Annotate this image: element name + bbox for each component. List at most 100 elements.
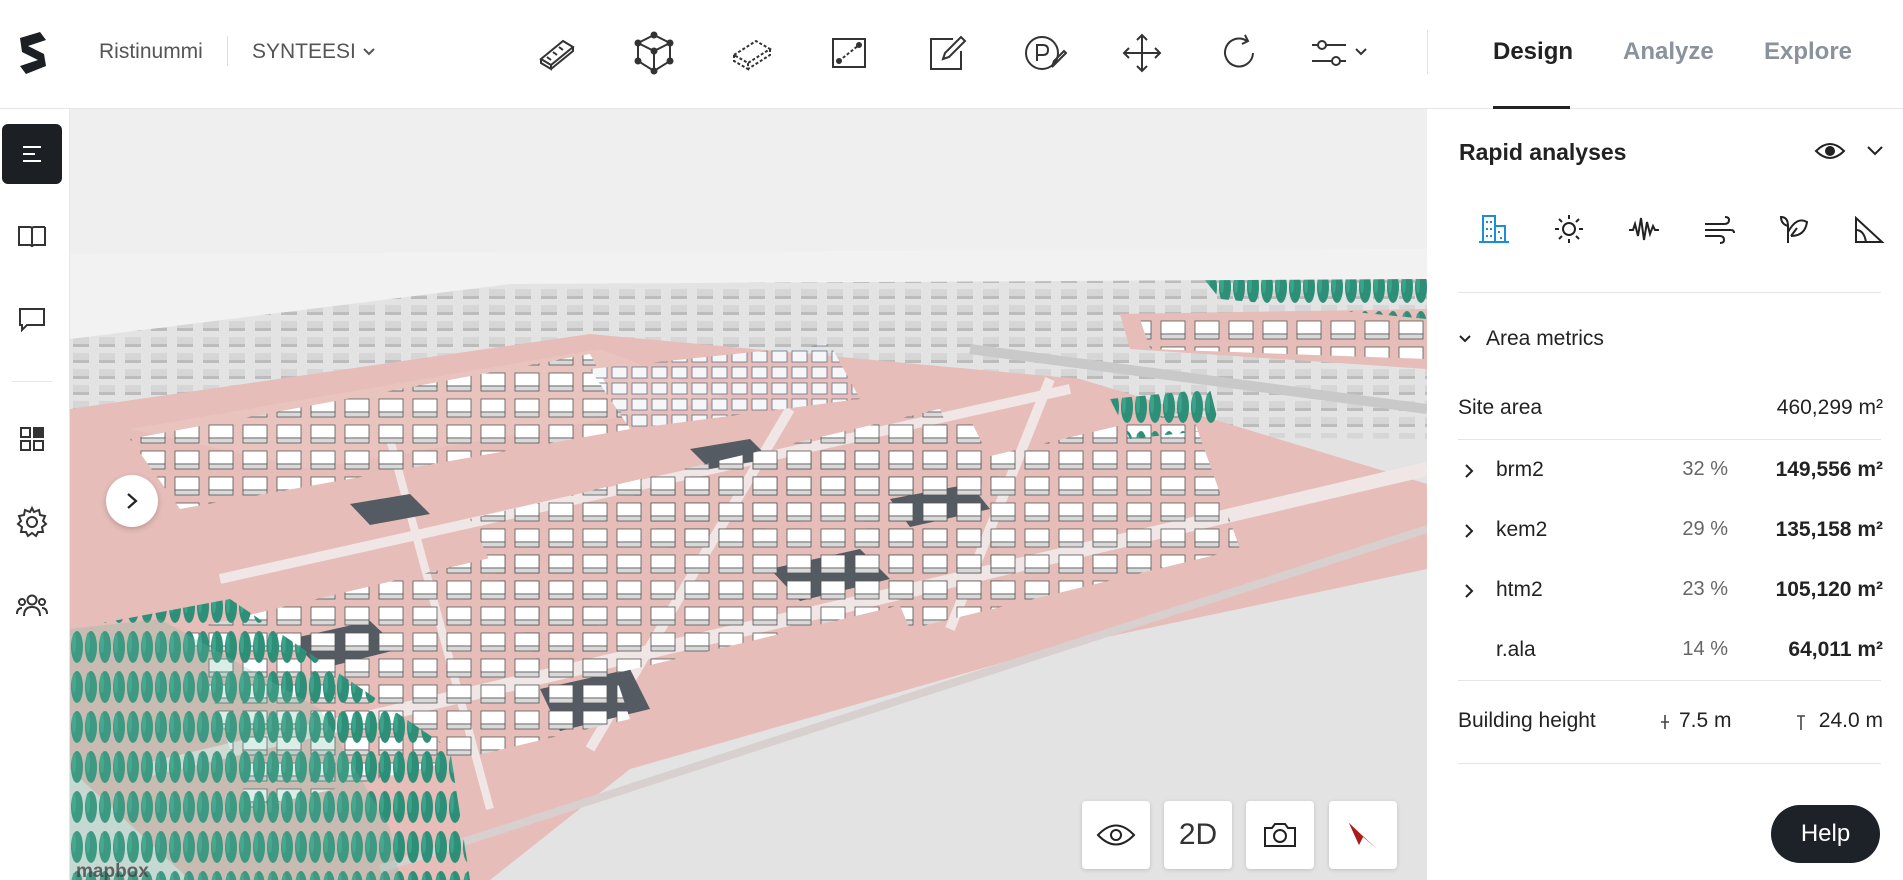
metric-row-value: 149,556 m² [1775,458,1883,481]
site-area-label: Site area [1458,396,1543,419]
chevron-down-icon [1459,335,1471,343]
tab-explore[interactable]: Explore [1764,38,1852,66]
comment-icon [19,308,45,333]
metric-row-percent: 29 % [1682,518,1728,540]
visibility-button[interactable] [1082,801,1150,869]
divider [1458,439,1881,440]
compass-icon [1349,823,1377,849]
parking-tool-icon [1025,36,1068,70]
metric-row-label: kem2 [1496,518,1548,541]
gear-icon [16,505,48,538]
dashboard-icon [20,427,44,451]
slope-icon [1854,215,1885,243]
street-tool-button[interactable] [508,25,606,81]
sidebar-item-dashboard[interactable] [2,409,62,469]
chevron-right-icon[interactable] [1460,522,1478,540]
chevron-right-icon [127,493,138,509]
analysis-sun-button[interactable] [1531,207,1606,251]
menu-icon [23,146,41,162]
compass-button[interactable] [1329,801,1397,869]
analysis-wind-button[interactable] [1681,207,1756,251]
chevron-down-icon [363,48,375,56]
divider [1458,763,1881,764]
tab-design[interactable]: Design [1493,38,1573,66]
metric-row-value: 135,158 m² [1775,518,1883,541]
edit-area-tool-button[interactable] [898,25,996,81]
rotate-tool-icon [1224,34,1255,68]
metric-row-label: r.ala [1496,638,1536,661]
sidebar-item-settings[interactable] [2,492,62,552]
sidebar-item-library[interactable] [2,206,62,266]
help-button[interactable]: Help [1771,805,1880,863]
area-metrics-toggle[interactable]: Area metrics [1458,327,1604,351]
map-view[interactable]: 2D mapbox [70,109,1427,880]
panel-title: Rapid analyses [1459,139,1627,165]
analysis-slope-button[interactable] [1831,207,1903,251]
analysis-nature-button[interactable] [1756,207,1831,251]
divider [1458,680,1881,681]
scenario-label: SYNTEESI [252,40,356,63]
left-sidebar [0,109,70,880]
eye-icon [1096,824,1136,846]
metric-row-percent: 14 % [1682,638,1728,660]
scenario-dropdown[interactable]: SYNTEESI [252,40,376,64]
top-bar: Ristinummi SYNTEESI Design Analyze Explo… [0,0,1903,109]
section-title: Area metrics [1486,327,1604,350]
building-tool-button[interactable] [606,25,704,81]
analysis-type-bar [1456,207,1903,251]
eye-icon[interactable] [1813,137,1847,165]
move-tool-button[interactable] [1093,25,1191,81]
analysis-buildings-button[interactable] [1456,207,1531,251]
divider [1458,292,1881,293]
metric-row-value: 105,120 m² [1775,578,1883,601]
project-name[interactable]: Ristinummi [99,40,203,64]
sun-icon [1554,215,1583,243]
building-height-min: 7.5 m [1679,709,1732,732]
metric-row-percent: 23 % [1682,578,1728,600]
min-height-icon [1661,715,1669,729]
camera-icon [1264,823,1296,847]
rapid-analyses-panel: Rapid analyses Area metrics Site area 46… [1428,109,1903,880]
building-height-label: Building height [1458,709,1596,732]
chevron-right-icon[interactable] [1460,462,1478,480]
building-height-max: 24.0 m [1818,709,1883,732]
parking-tool-button[interactable] [996,25,1094,81]
area-tool-button[interactable] [801,25,899,81]
app-logo[interactable] [14,30,52,76]
map-attribution[interactable]: mapbox [76,861,149,880]
users-icon [16,594,48,617]
divider [1427,30,1428,74]
rotate-tool-button[interactable] [1191,25,1289,81]
metric-row-label: htm2 [1496,578,1543,601]
street-tool-icon [539,39,575,71]
metric-row-percent: 32 % [1682,458,1728,480]
metric-row-label: brm2 [1496,458,1544,481]
buildings-icon [1478,215,1509,243]
expand-panel-button[interactable] [106,475,158,527]
sidebar-item-users[interactable] [2,575,62,635]
max-height-icon [1797,715,1805,730]
city-3d-scene[interactable] [70,109,1427,880]
move-tool-icon [1122,33,1162,73]
divider [227,36,228,66]
block-tool-button[interactable] [703,25,801,81]
divider [12,381,52,382]
view-2d-button[interactable]: 2D [1164,801,1232,869]
design-toolbar [508,25,1388,81]
metric-row-value: 64,011 m² [1788,638,1883,661]
sidebar-item-menu[interactable] [2,124,62,184]
noise-icon [1628,217,1659,241]
screenshot-button[interactable] [1246,801,1314,869]
edit-area-tool-icon [929,35,967,70]
site-area-value: 460,299 m² [1776,396,1883,419]
chevron-down-icon[interactable] [1860,137,1890,165]
settings-tool-button[interactable] [1288,25,1388,81]
book-icon [18,226,46,248]
sidebar-item-comments[interactable] [2,289,62,349]
tab-analyze[interactable]: Analyze [1623,38,1714,66]
wind-icon [1704,216,1735,244]
area-tool-icon [832,38,867,68]
nature-icon [1779,215,1808,243]
analysis-noise-button[interactable] [1606,207,1681,251]
chevron-right-icon[interactable] [1460,582,1478,600]
